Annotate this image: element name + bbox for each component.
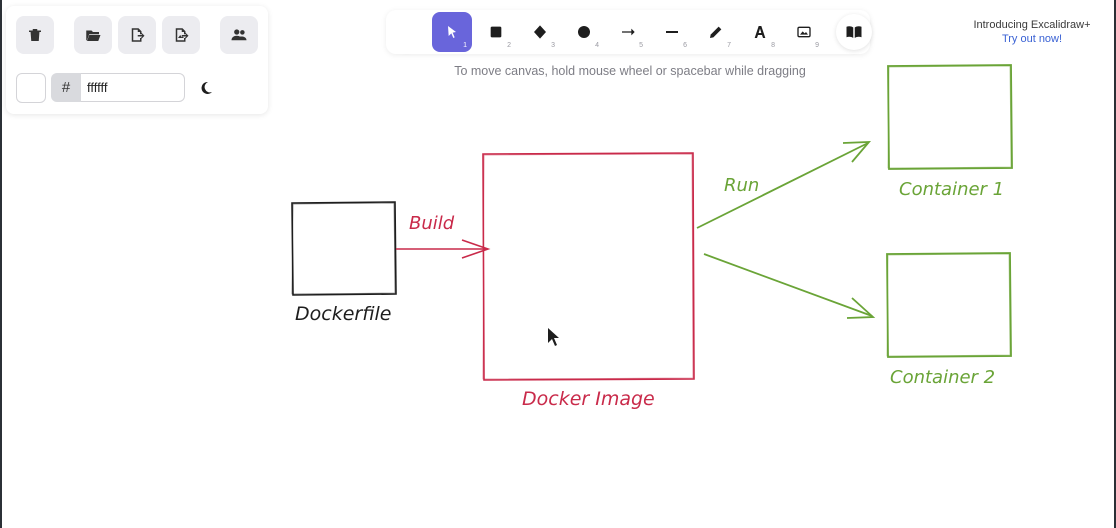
build-label: Build xyxy=(409,213,455,234)
run-arrow-container-1[interactable] xyxy=(696,141,872,229)
mouse-cursor-icon xyxy=(548,328,559,346)
container-2-label: Container 2 xyxy=(890,367,995,388)
container-2-box[interactable] xyxy=(886,252,1012,358)
docker-image-box[interactable] xyxy=(482,152,695,381)
diagram-layer: Dockerfile Build Docker Image Run Contai… xyxy=(291,64,1013,410)
build-arrow[interactable] xyxy=(396,239,491,259)
run-label: Run xyxy=(724,175,759,196)
dockerfile-label: Dockerfile xyxy=(295,303,391,325)
excalidraw-canvas[interactable]: # 1 2 3 4 5 6 xyxy=(2,0,1114,528)
docker-image-label: Docker Image xyxy=(522,388,655,410)
container-1-box[interactable] xyxy=(887,64,1013,170)
dockerfile-box[interactable] xyxy=(291,201,397,296)
run-arrow-container-2[interactable] xyxy=(703,253,876,319)
container-1-label: Container 1 xyxy=(899,179,1004,200)
